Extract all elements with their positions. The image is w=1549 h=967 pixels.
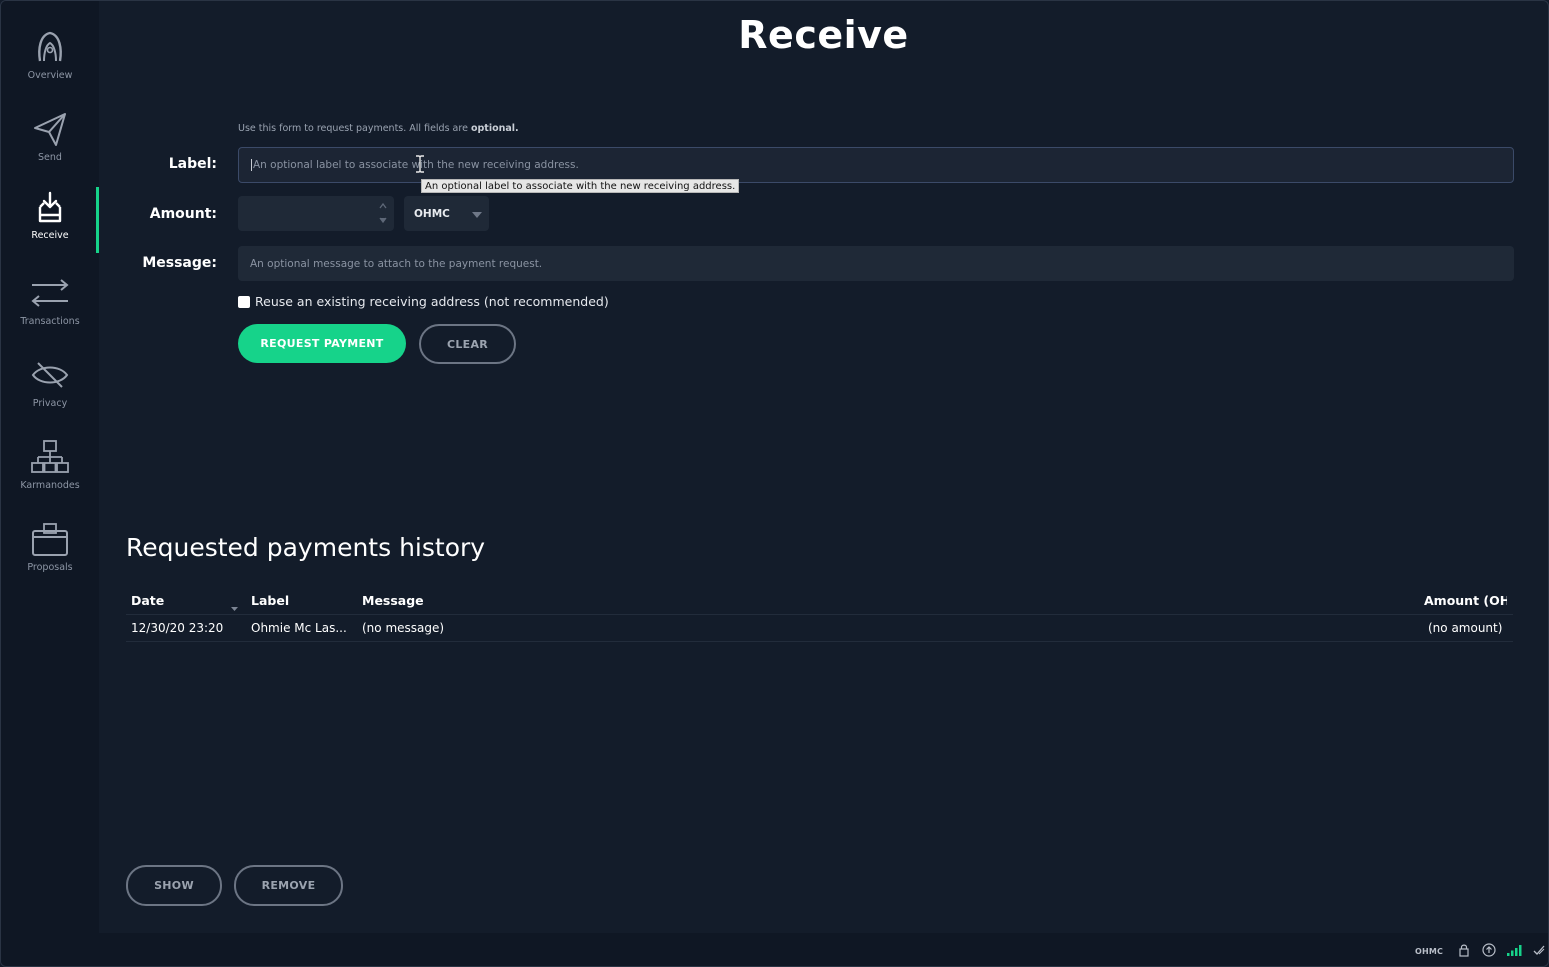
unit-dropdown[interactable]: OHMC — [404, 196, 489, 231]
reuse-address-option[interactable]: Reuse an existing receiving address (not… — [238, 294, 609, 309]
sidebar-item-overview[interactable]: Overview — [1, 27, 99, 105]
network-nodes-icon — [30, 437, 70, 477]
sidebar-item-label: Receive — [31, 230, 69, 241]
reuse-address-checkbox[interactable] — [238, 295, 250, 308]
cell-message: (no message) — [362, 621, 445, 635]
amount-caption: Amount: — [149, 206, 217, 222]
message-caption: Message: — [142, 255, 217, 271]
sidebar-item-send[interactable]: Send — [1, 109, 99, 187]
cell-amount: (no amount) — [1428, 621, 1503, 635]
message-input-placeholder: An optional message to attach to the pay… — [250, 257, 543, 270]
reuse-address-label: Reuse an existing receiving address (not… — [255, 294, 609, 309]
sidebar-item-privacy[interactable]: Privacy — [1, 355, 99, 433]
cell-label: Ohmie Mc Las... — [251, 621, 347, 635]
swap-arrows-icon — [30, 273, 70, 313]
inbox-download-icon — [30, 187, 70, 227]
ibeam-cursor-icon — [415, 155, 425, 173]
lock-icon[interactable] — [1457, 943, 1471, 957]
text-caret — [251, 159, 252, 171]
status-unit[interactable]: OHMC — [1415, 947, 1443, 956]
column-header-amount[interactable]: Amount (OHI — [1424, 593, 1507, 608]
ballot-box-icon — [30, 519, 70, 559]
sidebar-item-transactions[interactable]: Transactions — [1, 273, 99, 351]
header-divider — [126, 614, 1513, 615]
cell-date: 12/30/20 23:20 — [131, 621, 224, 635]
remove-button[interactable]: REMOVE — [234, 865, 343, 906]
intro-bold-text: optional. — [470, 123, 519, 134]
connections-signal-icon[interactable] — [1507, 943, 1522, 957]
row-divider — [126, 641, 1513, 642]
sidebar-item-receive[interactable]: Receive — [1, 187, 99, 265]
overview-logo-icon — [30, 27, 70, 67]
message-input[interactable]: An optional message to attach to the pay… — [238, 246, 1514, 281]
label-tooltip: An optional label to associate with the … — [421, 179, 740, 193]
chevron-down-icon — [472, 210, 482, 222]
intro-text: Use this form to request payments. All f… — [238, 123, 468, 134]
column-header-label[interactable]: Label — [251, 593, 289, 608]
label-caption: Label: — [168, 156, 217, 172]
sidebar-item-label: Overview — [27, 70, 73, 81]
history-title: Requested payments history — [126, 533, 486, 562]
spin-arrows[interactable] — [378, 200, 388, 226]
amount-spinbox[interactable] — [238, 196, 394, 231]
sidebar-item-karmanodes[interactable]: Karmanodes — [1, 437, 99, 515]
status-bar — [1, 933, 1548, 966]
synced-check-icon[interactable] — [1532, 943, 1546, 957]
paper-plane-icon — [30, 109, 70, 149]
unit-selected-value: OHMC — [414, 207, 450, 220]
sidebar-item-label: Privacy — [32, 398, 68, 409]
column-header-date[interactable]: Date — [131, 593, 164, 608]
sidebar: Overview Send Receive Transactions Priva… — [1, 1, 99, 933]
sidebar-item-proposals[interactable]: Proposals — [1, 519, 99, 597]
sidebar-item-label: Proposals — [27, 562, 73, 573]
sync-status-icon[interactable] — [1482, 943, 1496, 957]
clear-button[interactable]: CLEAR — [419, 324, 516, 364]
sidebar-item-label: Send — [38, 152, 62, 163]
sidebar-item-label: Karmanodes — [20, 480, 80, 491]
eye-slash-icon — [30, 355, 70, 395]
app-window: Overview Send Receive Transactions Priva… — [0, 0, 1549, 967]
label-input[interactable]: An optional label to associate with the … — [238, 147, 1514, 183]
column-header-message[interactable]: Message — [362, 593, 424, 608]
show-button[interactable]: SHOW — [126, 865, 222, 906]
request-payment-button[interactable]: REQUEST PAYMENT — [238, 324, 406, 363]
form-intro-text: Use this form to request payments. All f… — [238, 123, 519, 134]
page-title: Receive — [738, 13, 909, 57]
sidebar-item-label: Transactions — [20, 316, 80, 327]
